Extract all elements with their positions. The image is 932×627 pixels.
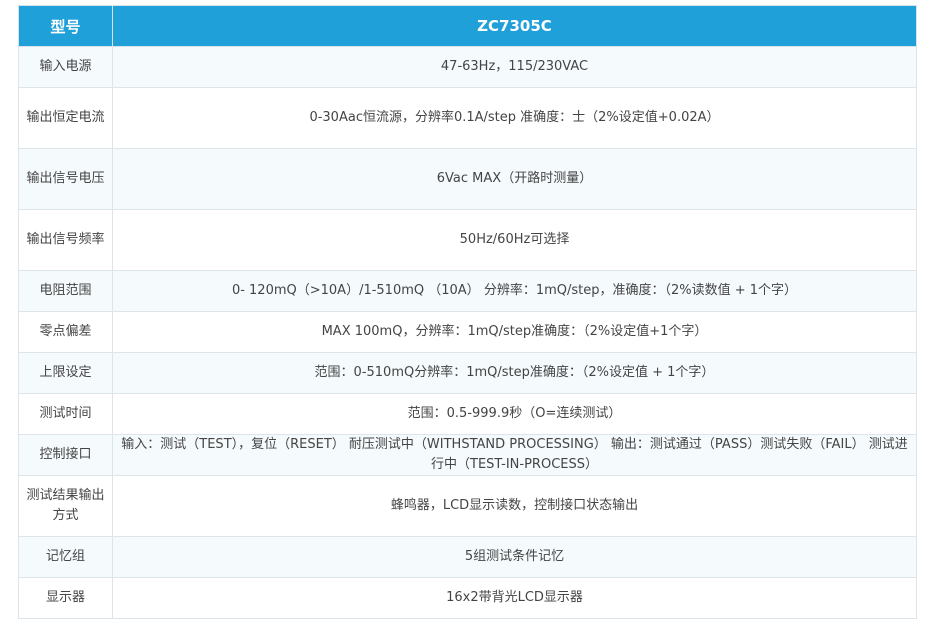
row-value: 范围：0-510mQ分辨率：1mQ/step准确度：（2%设定值 + 1个字） — [112, 352, 917, 394]
row-label: 输出恒定电流 — [18, 87, 113, 149]
table-row: 显示器 16x2带背光LCD显示器 — [18, 577, 917, 619]
header-model-label: 型号 — [18, 5, 113, 47]
row-label: 零点偏差 — [18, 311, 113, 353]
row-value: 16x2带背光LCD显示器 — [112, 577, 917, 619]
table-row: 测试结果输出方式 蜂鸣器，LCD显示读数，控制接口状态输出 — [18, 475, 917, 537]
table-row: 记忆组 5组测试条件记忆 — [18, 536, 917, 578]
row-label: 上限设定 — [18, 352, 113, 394]
row-label: 显示器 — [18, 577, 113, 619]
table-row: 输入电源 47-63Hz，115/230VAC — [18, 46, 917, 88]
row-value: 5组测试条件记忆 — [112, 536, 917, 578]
spec-table-container: 型号 ZC7305C 输入电源 47-63Hz，115/230VAC 输出恒定电… — [18, 5, 917, 619]
row-label: 测试结果输出方式 — [18, 475, 113, 537]
table-row: 电阻范围 0- 120mQ（>10A）/1-510mQ （10A） 分辨率：1m… — [18, 270, 917, 312]
row-label: 记忆组 — [18, 536, 113, 578]
row-value: 50Hz/60Hz可选择 — [112, 209, 917, 271]
table-row: 输出信号电压 6Vac MAX（开路时测量） — [18, 148, 917, 210]
row-label: 控制接口 — [18, 434, 113, 476]
spec-table: 型号 ZC7305C 输入电源 47-63Hz，115/230VAC 输出恒定电… — [18, 5, 917, 619]
table-row: 控制接口 输入：测试（TEST），复位（RESET） 耐压测试中（WITHSTA… — [18, 434, 917, 476]
table-row: 输出恒定电流 0-30Aac恒流源，分辨率0.1A/step 准确度：士（2%设… — [18, 87, 917, 149]
row-label: 输出信号电压 — [18, 148, 113, 210]
header-model-value: ZC7305C — [112, 5, 917, 47]
row-label: 输入电源 — [18, 46, 113, 88]
table-header-row: 型号 ZC7305C — [18, 5, 917, 47]
row-value: 0- 120mQ（>10A）/1-510mQ （10A） 分辨率：1mQ/ste… — [112, 270, 917, 312]
table-row: 测试时间 范围：0.5-999.9秒（O=连续测试） — [18, 393, 917, 435]
row-value: 范围：0.5-999.9秒（O=连续测试） — [112, 393, 917, 435]
table-row: 输出信号频率 50Hz/60Hz可选择 — [18, 209, 917, 271]
row-label: 电阻范围 — [18, 270, 113, 312]
row-value: 6Vac MAX（开路时测量） — [112, 148, 917, 210]
table-row: 上限设定 范围：0-510mQ分辨率：1mQ/step准确度：（2%设定值 + … — [18, 352, 917, 394]
row-value: 输入：测试（TEST），复位（RESET） 耐压测试中（WITHSTAND PR… — [112, 434, 917, 476]
row-value: MAX 100mQ，分辨率：1mQ/step准确度：（2%设定值+1个字） — [112, 311, 917, 353]
row-value: 0-30Aac恒流源，分辨率0.1A/step 准确度：士（2%设定值+0.02… — [112, 87, 917, 149]
row-label: 测试时间 — [18, 393, 113, 435]
row-value: 47-63Hz，115/230VAC — [112, 46, 917, 88]
row-label: 输出信号频率 — [18, 209, 113, 271]
row-value: 蜂鸣器，LCD显示读数，控制接口状态输出 — [112, 475, 917, 537]
table-row: 零点偏差 MAX 100mQ，分辨率：1mQ/step准确度：（2%设定值+1个… — [18, 311, 917, 353]
